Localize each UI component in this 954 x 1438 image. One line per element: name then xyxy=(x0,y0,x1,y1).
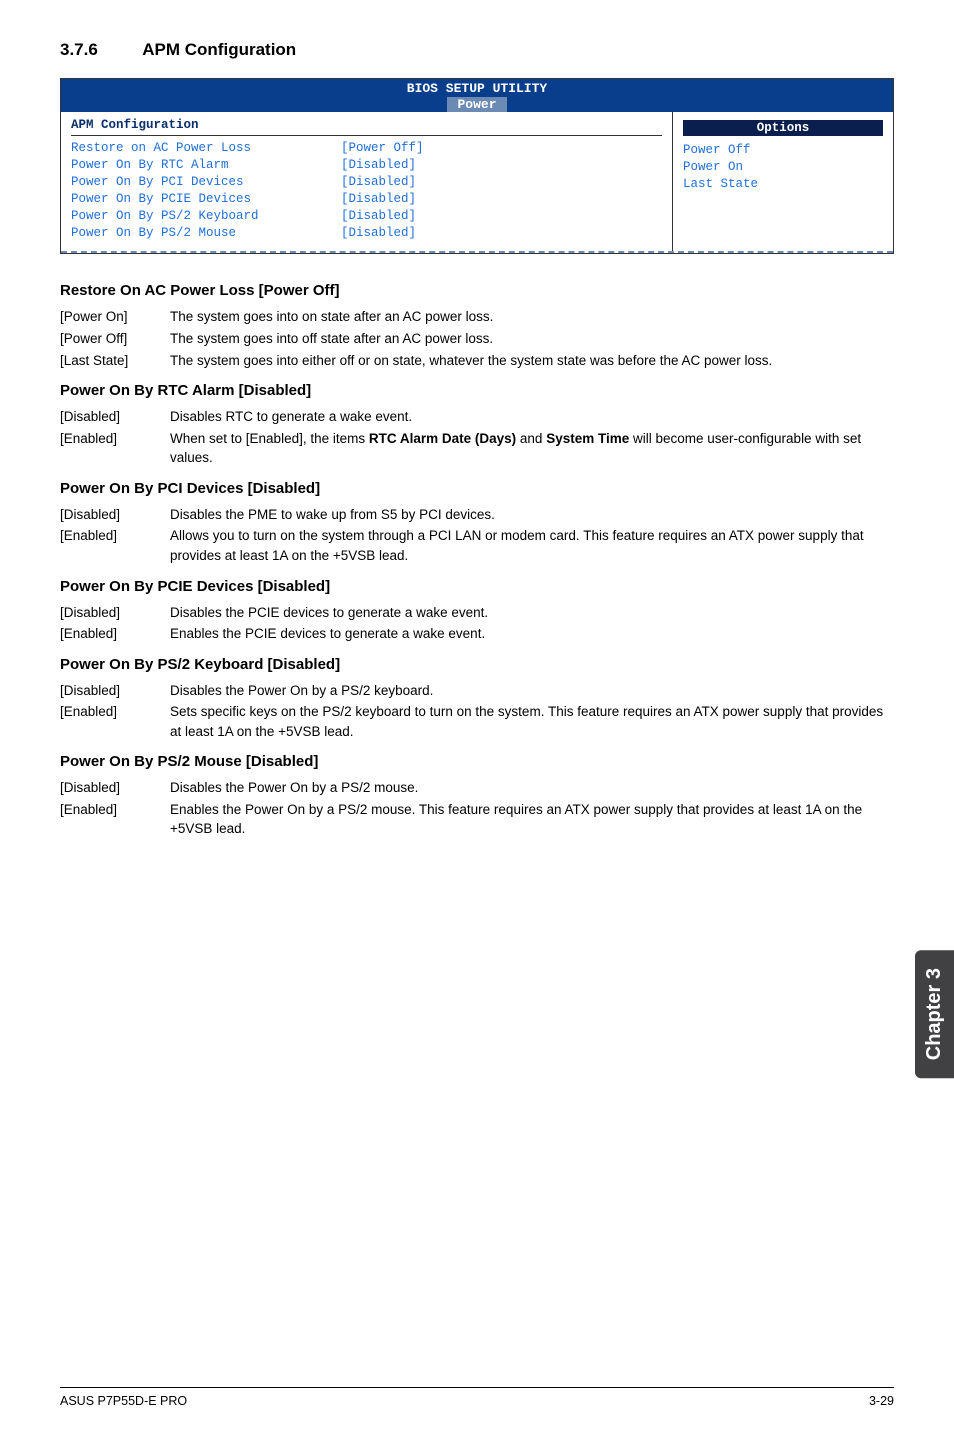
bios-setting-value: [Disabled] xyxy=(341,208,416,225)
option-key: [Disabled] xyxy=(60,603,170,623)
option-row: [Disabled]Disables the PME to wake up fr… xyxy=(60,505,894,525)
option-key: [Enabled] xyxy=(60,526,170,565)
bios-dashed-divider xyxy=(61,251,893,253)
option-row: [Power Off]The system goes into off stat… xyxy=(60,329,894,349)
option-row: [Enabled]Allows you to turn on the syste… xyxy=(60,526,894,565)
option-description: Sets specific keys on the PS/2 keyboard … xyxy=(170,702,894,741)
setting-title: Power On By PCIE Devices [Disabled] xyxy=(60,578,894,595)
option-key: [Last State] xyxy=(60,351,170,371)
bios-setting-label: Power On By PS/2 Mouse xyxy=(71,225,341,242)
setting-title: Restore On AC Power Loss [Power Off] xyxy=(60,282,894,299)
option-description: Disables the PCIE devices to generate a … xyxy=(170,603,894,623)
option-key: [Disabled] xyxy=(60,778,170,798)
bios-setting-value: [Disabled] xyxy=(341,191,416,208)
apm-config-title: APM Configuration xyxy=(71,118,662,136)
section-number: 3.7.6 xyxy=(60,40,98,59)
bios-left-pane: APM Configuration Restore on AC Power Lo… xyxy=(61,112,673,251)
option-row: [Disabled]Disables the PCIE devices to g… xyxy=(60,603,894,623)
option-key: [Disabled] xyxy=(60,681,170,701)
option-row: [Power On]The system goes into on state … xyxy=(60,307,894,327)
bios-setting-row: Power On By RTC Alarm[Disabled] xyxy=(71,157,662,174)
option-description: Disables the Power On by a PS/2 mouse. xyxy=(170,778,894,798)
bios-setting-label: Power On By PCI Devices xyxy=(71,174,341,191)
option-description: The system goes into on state after an A… xyxy=(170,307,894,327)
options-header: Options xyxy=(683,120,883,136)
option-description: Disables RTC to generate a wake event. xyxy=(170,407,894,427)
option-description: Enables the PCIE devices to generate a w… xyxy=(170,624,894,644)
option-item: Last State xyxy=(683,176,883,193)
bios-setting-value: [Disabled] xyxy=(341,225,416,242)
bios-setting-row: Power On By PS/2 Keyboard[Disabled] xyxy=(71,208,662,225)
option-key: [Power Off] xyxy=(60,329,170,349)
bios-tab-power: Power xyxy=(447,97,506,113)
option-description: The system goes into either off or on st… xyxy=(170,351,894,371)
bios-title: BIOS SETUP UTILITY xyxy=(61,81,893,97)
setting-block: Restore On AC Power Loss [Power Off] [Pow… xyxy=(60,282,894,370)
footer-right: 3-29 xyxy=(869,1394,894,1408)
option-row: [Last State]The system goes into either … xyxy=(60,351,894,371)
bios-setting-row: Power On By PS/2 Mouse[Disabled] xyxy=(71,225,662,242)
section-title: APM Configuration xyxy=(142,40,296,59)
option-row: [Enabled]When set to [Enabled], the item… xyxy=(60,429,894,468)
setting-title: Power On By PS/2 Mouse [Disabled] xyxy=(60,753,894,770)
setting-block: Power On By PCI Devices [Disabled] [Disab… xyxy=(60,480,894,566)
bios-header: BIOS SETUP UTILITY Power xyxy=(61,79,893,112)
option-key: [Enabled] xyxy=(60,800,170,839)
option-row: [Enabled]Sets specific keys on the PS/2 … xyxy=(60,702,894,741)
chapter-side-tab: Chapter 3 xyxy=(915,950,954,1078)
bios-setting-label: Restore on AC Power Loss xyxy=(71,140,341,157)
footer-left: ASUS P7P55D-E PRO xyxy=(60,1394,187,1408)
option-key: [Enabled] xyxy=(60,429,170,468)
bios-screenshot: BIOS SETUP UTILITY Power APM Configurati… xyxy=(60,78,894,254)
bios-setting-value: [Disabled] xyxy=(341,174,416,191)
setting-title: Power On By PS/2 Keyboard [Disabled] xyxy=(60,656,894,673)
setting-title: Power On By RTC Alarm [Disabled] xyxy=(60,382,894,399)
option-key: [Power On] xyxy=(60,307,170,327)
bios-right-pane: Options Power OffPower OnLast State xyxy=(673,112,893,251)
bios-setting-label: Power On By PCIE Devices xyxy=(71,191,341,208)
option-key: [Enabled] xyxy=(60,624,170,644)
option-row: [Enabled]Enables the PCIE devices to gen… xyxy=(60,624,894,644)
setting-title: Power On By PCI Devices [Disabled] xyxy=(60,480,894,497)
option-row: [Enabled]Enables the Power On by a PS/2 … xyxy=(60,800,894,839)
option-description: When set to [Enabled], the items RTC Ala… xyxy=(170,429,894,468)
setting-block: Power On By RTC Alarm [Disabled] [Disable… xyxy=(60,382,894,468)
setting-block: Power On By PS/2 Mouse [Disabled] [Disabl… xyxy=(60,753,894,839)
bios-setting-label: Power On By PS/2 Keyboard xyxy=(71,208,341,225)
bios-setting-label: Power On By RTC Alarm xyxy=(71,157,341,174)
option-description: Enables the Power On by a PS/2 mouse. Th… xyxy=(170,800,894,839)
bios-setting-row: Power On By PCI Devices[Disabled] xyxy=(71,174,662,191)
option-item: Power On xyxy=(683,159,883,176)
page-footer: ASUS P7P55D-E PRO 3-29 xyxy=(60,1387,894,1408)
bios-setting-value: [Power Off] xyxy=(341,140,424,157)
options-list: Power OffPower OnLast State xyxy=(683,142,883,193)
setting-block: Power On By PS/2 Keyboard [Disabled] [Dis… xyxy=(60,656,894,742)
option-key: [Enabled] xyxy=(60,702,170,741)
option-row: [Disabled]Disables RTC to generate a wak… xyxy=(60,407,894,427)
option-description: The system goes into off state after an … xyxy=(170,329,894,349)
section-header: 3.7.6 APM Configuration xyxy=(60,40,894,60)
option-description: Disables the PME to wake up from S5 by P… xyxy=(170,505,894,525)
bios-setting-row: Power On By PCIE Devices[Disabled] xyxy=(71,191,662,208)
option-description: Allows you to turn on the system through… xyxy=(170,526,894,565)
option-row: [Disabled]Disables the Power On by a PS/… xyxy=(60,778,894,798)
bios-setting-value: [Disabled] xyxy=(341,157,416,174)
setting-block: Power On By PCIE Devices [Disabled] [Disa… xyxy=(60,578,894,644)
option-item: Power Off xyxy=(683,142,883,159)
option-key: [Disabled] xyxy=(60,407,170,427)
option-description: Disables the Power On by a PS/2 keyboard… xyxy=(170,681,894,701)
option-key: [Disabled] xyxy=(60,505,170,525)
option-row: [Disabled]Disables the Power On by a PS/… xyxy=(60,681,894,701)
bios-rows: Restore on AC Power Loss[Power Off]Power… xyxy=(71,140,662,241)
bios-setting-row: Restore on AC Power Loss[Power Off] xyxy=(71,140,662,157)
